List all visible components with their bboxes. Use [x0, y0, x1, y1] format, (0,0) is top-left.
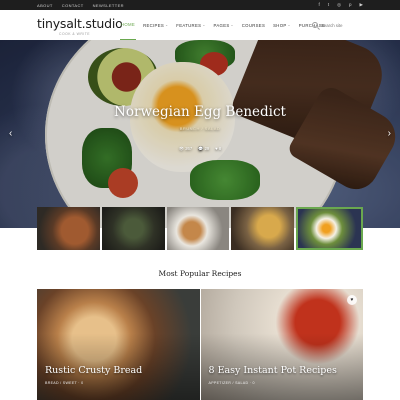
nav-courses-label: COURSES [241, 22, 266, 28]
hero-slider[interactable]: Norwegian Egg Benedict BRUNCH / SALAD 👁 … [0, 40, 400, 228]
pinterest-icon[interactable]: p [349, 0, 352, 10]
nav-home[interactable]: HOME [120, 10, 137, 40]
comments-count: 💬 29 [198, 146, 210, 151]
youtube-icon[interactable]: ▶ [360, 0, 363, 10]
nav-shop[interactable]: SHOP ⌄ [272, 10, 292, 40]
hero-title[interactable]: Norwegian Egg Benedict [0, 104, 400, 120]
nav-pages-label: PAGES [213, 22, 230, 28]
nav-home-label: HOME [121, 22, 136, 27]
nav-shop-label: SHOP [273, 22, 287, 28]
nav-features[interactable]: FEATURES ⌄ [175, 10, 206, 40]
facebook-icon[interactable]: f [319, 0, 320, 10]
twitter-icon[interactable]: t [328, 0, 329, 10]
slider-thumbnails [37, 207, 363, 250]
comments-value: 29 [204, 146, 210, 151]
nav-recipes[interactable]: RECIPES ⌄ [142, 10, 169, 40]
search-icon[interactable] [312, 22, 318, 28]
instagram-icon[interactable]: ◎ [337, 0, 341, 10]
chevron-left-icon[interactable]: ‹ [9, 128, 12, 139]
nav-pages[interactable]: PAGES ⌄ [213, 10, 235, 40]
nav-courses[interactable]: COURSES [241, 10, 266, 40]
site-logo[interactable]: tinysalt.studio COOK & WRITE [37, 16, 123, 36]
recipe-card[interactable]: ♥ 8 Easy Instant Pot Recipes APPETIZER /… [200, 289, 363, 400]
hero-categories[interactable]: BRUNCH / SALAD [0, 126, 400, 131]
logo-text[interactable]: tinysalt.studio [37, 16, 123, 31]
slider-thumbnail[interactable] [37, 207, 100, 250]
recipe-card[interactable]: Rustic Crusty Bread BREAD / SWEET · 0 [37, 289, 200, 400]
nav-recipes-label: RECIPES [143, 22, 165, 28]
chevron-down-icon: ⌄ [287, 23, 291, 27]
likes-count: ♥ 8 [215, 146, 222, 151]
recipe-card-meta: BREAD / SWEET · 0 [45, 381, 84, 385]
chevron-down-icon: ⌄ [202, 23, 206, 27]
top-bar: ABOUT CONTACT NEWSLETTER f t ◎ p ▶ [0, 0, 400, 10]
search-box[interactable] [312, 19, 363, 31]
slider-thumbnail[interactable] [231, 207, 295, 250]
top-links: ABOUT CONTACT NEWSLETTER [37, 0, 124, 10]
recipe-card-title[interactable]: Rustic Crusty Bread [45, 365, 142, 376]
social-links: f t ◎ p ▶ [319, 0, 363, 10]
recipe-card-title[interactable]: 8 Easy Instant Pot Recipes [209, 365, 337, 376]
hero-overlay [0, 40, 400, 228]
chevron-down-icon: ⌄ [230, 23, 234, 27]
main-nav: HOME RECIPES ⌄ FEATURES ⌄ PAGES ⌄ COURSES S… [120, 10, 326, 40]
search-input[interactable] [321, 22, 361, 28]
likes-value: 8 [218, 146, 222, 151]
views-count: 👁 267 [178, 146, 193, 151]
views-value: 267 [185, 146, 193, 151]
chevron-down-icon: ⌄ [165, 23, 169, 27]
top-link-contact[interactable]: CONTACT [62, 3, 84, 8]
recipe-card-meta: APPETIZER / SALAD · 0 [208, 381, 255, 385]
logo-tagline: COOK & WRITE [59, 32, 91, 36]
hero-meta: 👁 267 💬 29 ♥ 8 [0, 146, 400, 152]
slider-thumbnail[interactable] [101, 207, 165, 250]
slider-thumbnail[interactable] [166, 207, 230, 250]
top-link-newsletter[interactable]: NEWSLETTER [93, 3, 124, 8]
section-title: Most Popular Recipes [158, 269, 242, 278]
heart-icon[interactable]: ♥ [347, 295, 357, 305]
popular-recipes: Rustic Crusty Bread BREAD / SWEET · 0 ♥ … [37, 289, 363, 400]
chevron-right-icon[interactable]: › [388, 128, 391, 139]
nav-features-label: FEATURES [176, 22, 202, 28]
slider-thumbnail-active[interactable] [296, 207, 363, 250]
top-link-about[interactable]: ABOUT [37, 3, 53, 8]
site-header: tinysalt.studio COOK & WRITE HOME RECIPE… [0, 10, 400, 40]
